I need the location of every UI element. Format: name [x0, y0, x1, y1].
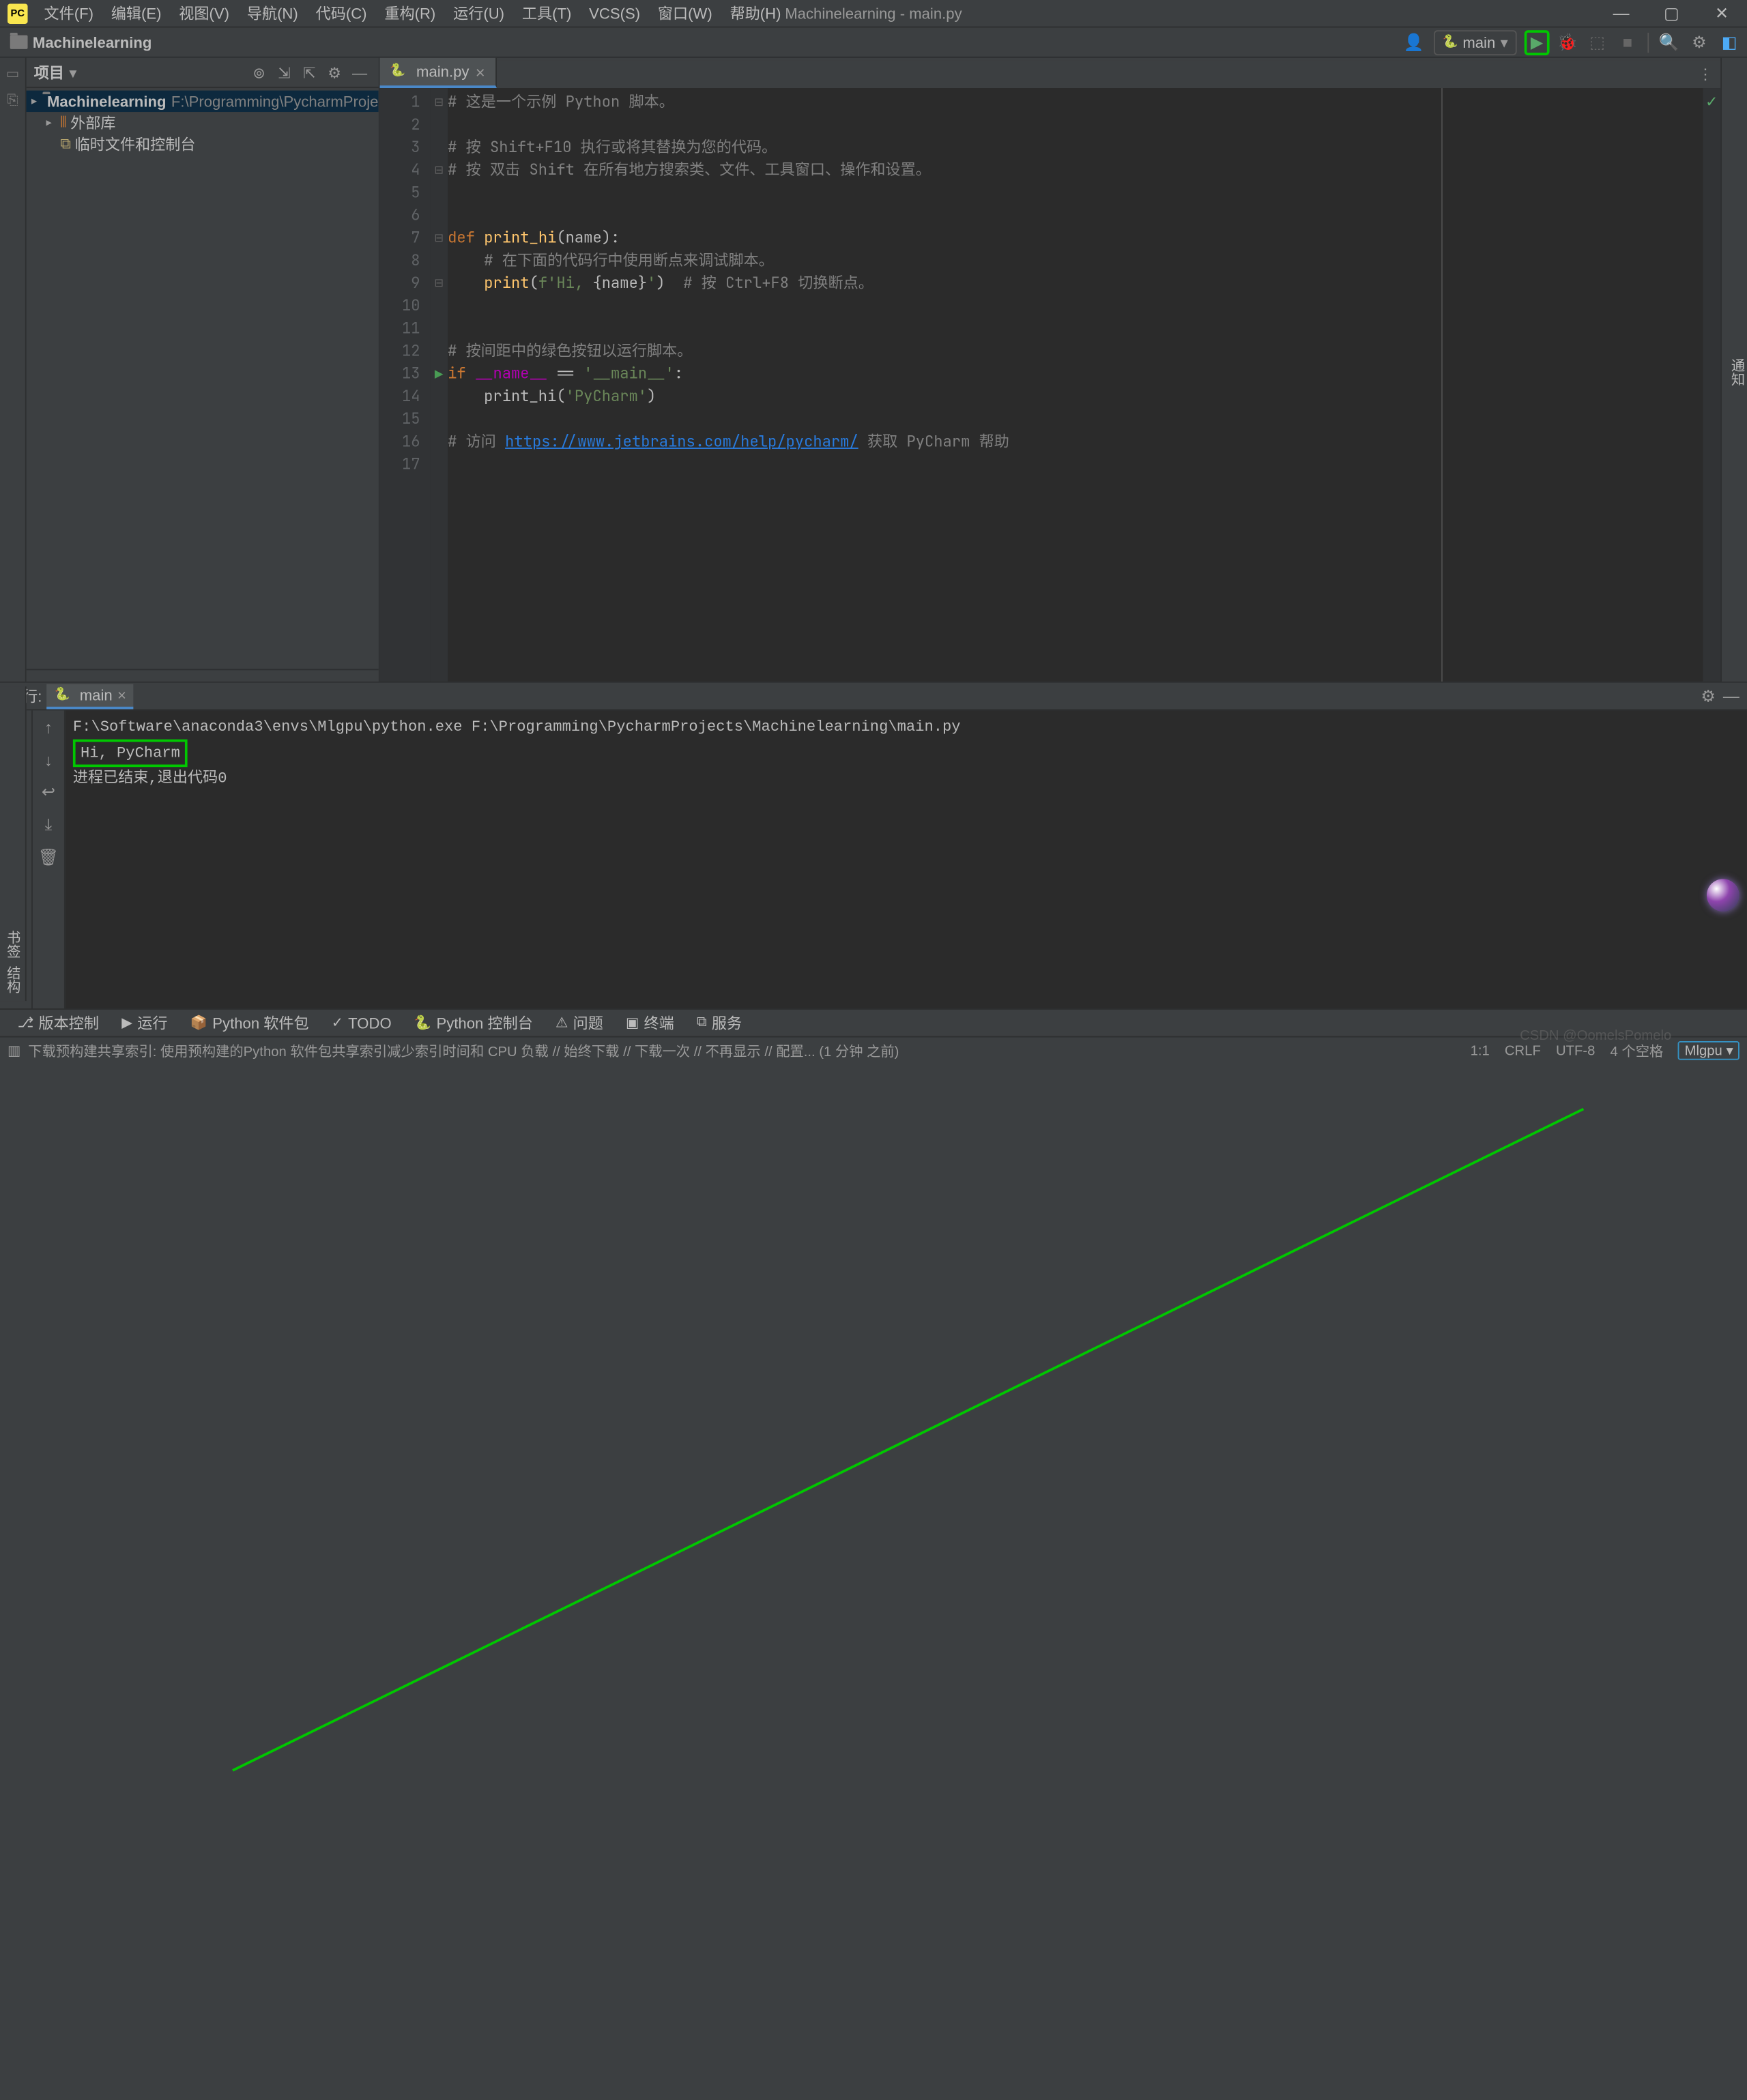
- nav-bar: Machinelearning 👤 🐍 main ▾ ▶ 🐞 ⬚ ■ 🔍 ⚙ ◧: [0, 28, 1747, 58]
- tool-strip-item[interactable]: ✓TODO: [321, 1009, 401, 1037]
- tool-strip-item[interactable]: ▣终端: [616, 1009, 684, 1037]
- code-editor[interactable]: # 这是一个示例 Python 脚本。# 按 Shift+F10 执行或将其替换…: [448, 88, 1703, 682]
- coverage-button[interactable]: ⬚: [1585, 29, 1610, 55]
- left-tool-rail: ▭ ⎘: [0, 58, 27, 682]
- tree-root[interactable]: ▸ Machinelearning F:\Programming\Pycharm…: [27, 91, 379, 112]
- menu-item[interactable]: 导航(N): [238, 0, 307, 27]
- file-encoding[interactable]: UTF-8: [1556, 1043, 1595, 1058]
- tool-strip-item[interactable]: ⎇版本控制: [8, 1009, 109, 1037]
- python-icon: 🐍: [1443, 35, 1458, 50]
- line-gutter[interactable]: 1234567891011121314151617: [380, 88, 431, 682]
- menu-item[interactable]: 运行(U): [444, 0, 513, 27]
- locate-icon[interactable]: ⊚: [248, 61, 270, 83]
- close-button[interactable]: ✕: [1697, 0, 1747, 27]
- run-config-selector[interactable]: 🐍 main ▾: [1434, 29, 1517, 55]
- menu-item[interactable]: 编辑(E): [102, 0, 171, 27]
- tool-strip-item[interactable]: ⚠问题: [545, 1009, 613, 1037]
- project-panel: 项目 ▾ ⊚ ⇲ ⇱ ⚙ — ▸ Machinelearning F:\Prog…: [27, 58, 380, 682]
- menu-item[interactable]: 窗口(W): [649, 0, 721, 27]
- caret-position[interactable]: 1:1: [1471, 1043, 1490, 1058]
- folder-icon: [10, 35, 28, 49]
- tool-strip-item[interactable]: 🐍Python 控制台: [404, 1009, 543, 1037]
- structure-button[interactable]: 结构: [3, 965, 23, 993]
- editor-inspection-strip: ✓: [1703, 88, 1720, 682]
- expand-all-icon[interactable]: ⇲: [273, 61, 295, 83]
- interpreter-chip[interactable]: Mlgpu ▾: [1678, 1041, 1739, 1060]
- check-icon: ✓: [1703, 88, 1720, 111]
- debug-button[interactable]: 🐞: [1555, 29, 1580, 55]
- maximize-button[interactable]: ▢: [1646, 0, 1697, 27]
- menu-item[interactable]: 重构(R): [375, 0, 444, 27]
- tool-strip-item[interactable]: 📦Python 软件包: [180, 1009, 319, 1037]
- window-title: Machinelearning - main.py: [785, 4, 962, 22]
- code-with-me-orb[interactable]: [1707, 879, 1739, 912]
- status-message[interactable]: 下载预构建共享索引: 使用预构建的Python 软件包共享索引减少索引时间和 C…: [28, 1040, 899, 1060]
- scroll-to-end-icon[interactable]: ⤓: [37, 813, 59, 836]
- tree-scratches[interactable]: ⧉ 临时文件和控制台: [27, 133, 379, 154]
- project-tool-button[interactable]: ▭: [3, 63, 23, 83]
- menu-item[interactable]: VCS(S): [580, 0, 649, 27]
- project-panel-title: 项目: [34, 61, 64, 83]
- breadcrumb-project[interactable]: Machinelearning: [33, 33, 152, 51]
- menu-bar: PC 文件(F)编辑(E)视图(V)导航(N)代码(C)重构(R)运行(U)工具…: [0, 0, 1747, 28]
- menu-item[interactable]: 文件(F): [35, 0, 102, 27]
- run-tab[interactable]: 🐍 main ×: [47, 684, 134, 709]
- python-icon: 🐍: [390, 64, 405, 79]
- run-hide-icon[interactable]: —: [1723, 686, 1739, 705]
- right-tool-rail[interactable]: 通知: [1720, 58, 1747, 682]
- left-rail-bottom: 书签 结构: [0, 686, 27, 1001]
- run-tab-label: main: [80, 686, 113, 703]
- app-icon: PC: [8, 3, 27, 23]
- tool-strip-item[interactable]: ⧉服务: [687, 1009, 752, 1037]
- clear-icon[interactable]: 🗑: [37, 846, 59, 869]
- menu-item[interactable]: 工具(T): [513, 0, 580, 27]
- down-arrow-icon[interactable]: ↓: [37, 748, 59, 771]
- panel-settings-icon[interactable]: ⚙: [323, 61, 346, 83]
- commit-tool-button[interactable]: ⎘: [3, 91, 23, 111]
- bottom-tool-strip: ⎇版本控制▶运行📦Python 软件包✓TODO🐍Python 控制台⚠问题▣终…: [0, 1008, 1747, 1036]
- panel-hide-icon[interactable]: —: [349, 61, 371, 83]
- menu-item[interactable]: 视图(V): [170, 0, 238, 27]
- line-separator[interactable]: CRLF: [1505, 1043, 1541, 1058]
- settings-button[interactable]: ⚙: [1686, 29, 1712, 55]
- run-config-name: main: [1462, 33, 1495, 51]
- bookmarks-button[interactable]: 书签: [3, 931, 23, 959]
- editor-tab-main[interactable]: 🐍 main.py ×: [380, 58, 497, 88]
- python-icon: 🐍: [55, 687, 70, 702]
- run-tool-window: 运行: 🐍 main × ⚙ — ▶ 🔧 ■ 🖶 📌 ↑ ↓ ↩ ⤓ 🗑 F:\…: [0, 682, 1747, 1008]
- soft-wrap-icon[interactable]: ↩: [37, 781, 59, 804]
- editor-area: 🐍 main.py × ⋮ 1234567891011121314151617 …: [380, 58, 1721, 682]
- add-user-icon[interactable]: 👤: [1401, 29, 1426, 55]
- minimize-button[interactable]: —: [1596, 0, 1647, 27]
- run-settings-icon[interactable]: ⚙: [1701, 686, 1715, 705]
- annotation-arrow: [0, 1064, 1747, 2100]
- side-panel-icon[interactable]: ◧: [1717, 29, 1742, 55]
- tool-strip-item[interactable]: ▶运行: [111, 1009, 177, 1037]
- tree-external-libs[interactable]: ▸ ⫴ 外部库: [27, 112, 379, 133]
- menu-item[interactable]: 帮助(H): [721, 0, 790, 27]
- run-button[interactable]: ▶: [1525, 29, 1550, 55]
- watermark: CSDN @OomelsPomelo: [1520, 1029, 1671, 1044]
- run-rail-secondary: ↑ ↓ ↩ ⤓ 🗑: [33, 710, 66, 1008]
- console-output[interactable]: F:\Software\anaconda3\envs\Mlgpu\python.…: [66, 710, 1747, 1008]
- up-arrow-icon[interactable]: ↑: [37, 716, 59, 738]
- collapse-all-icon[interactable]: ⇱: [298, 61, 321, 83]
- right-margin-line: [1441, 88, 1443, 682]
- search-button[interactable]: 🔍: [1656, 29, 1681, 55]
- tab-label: main.py: [416, 63, 469, 81]
- menu-item[interactable]: 代码(C): [307, 0, 376, 27]
- close-run-tab-icon[interactable]: ×: [117, 686, 126, 703]
- stop-button[interactable]: ■: [1615, 29, 1640, 55]
- editor-more-icon[interactable]: ⋮: [1698, 65, 1713, 83]
- gutter-icons: ⊟⊟⊟⊟▶: [430, 88, 448, 682]
- close-tab-icon[interactable]: ×: [476, 62, 485, 81]
